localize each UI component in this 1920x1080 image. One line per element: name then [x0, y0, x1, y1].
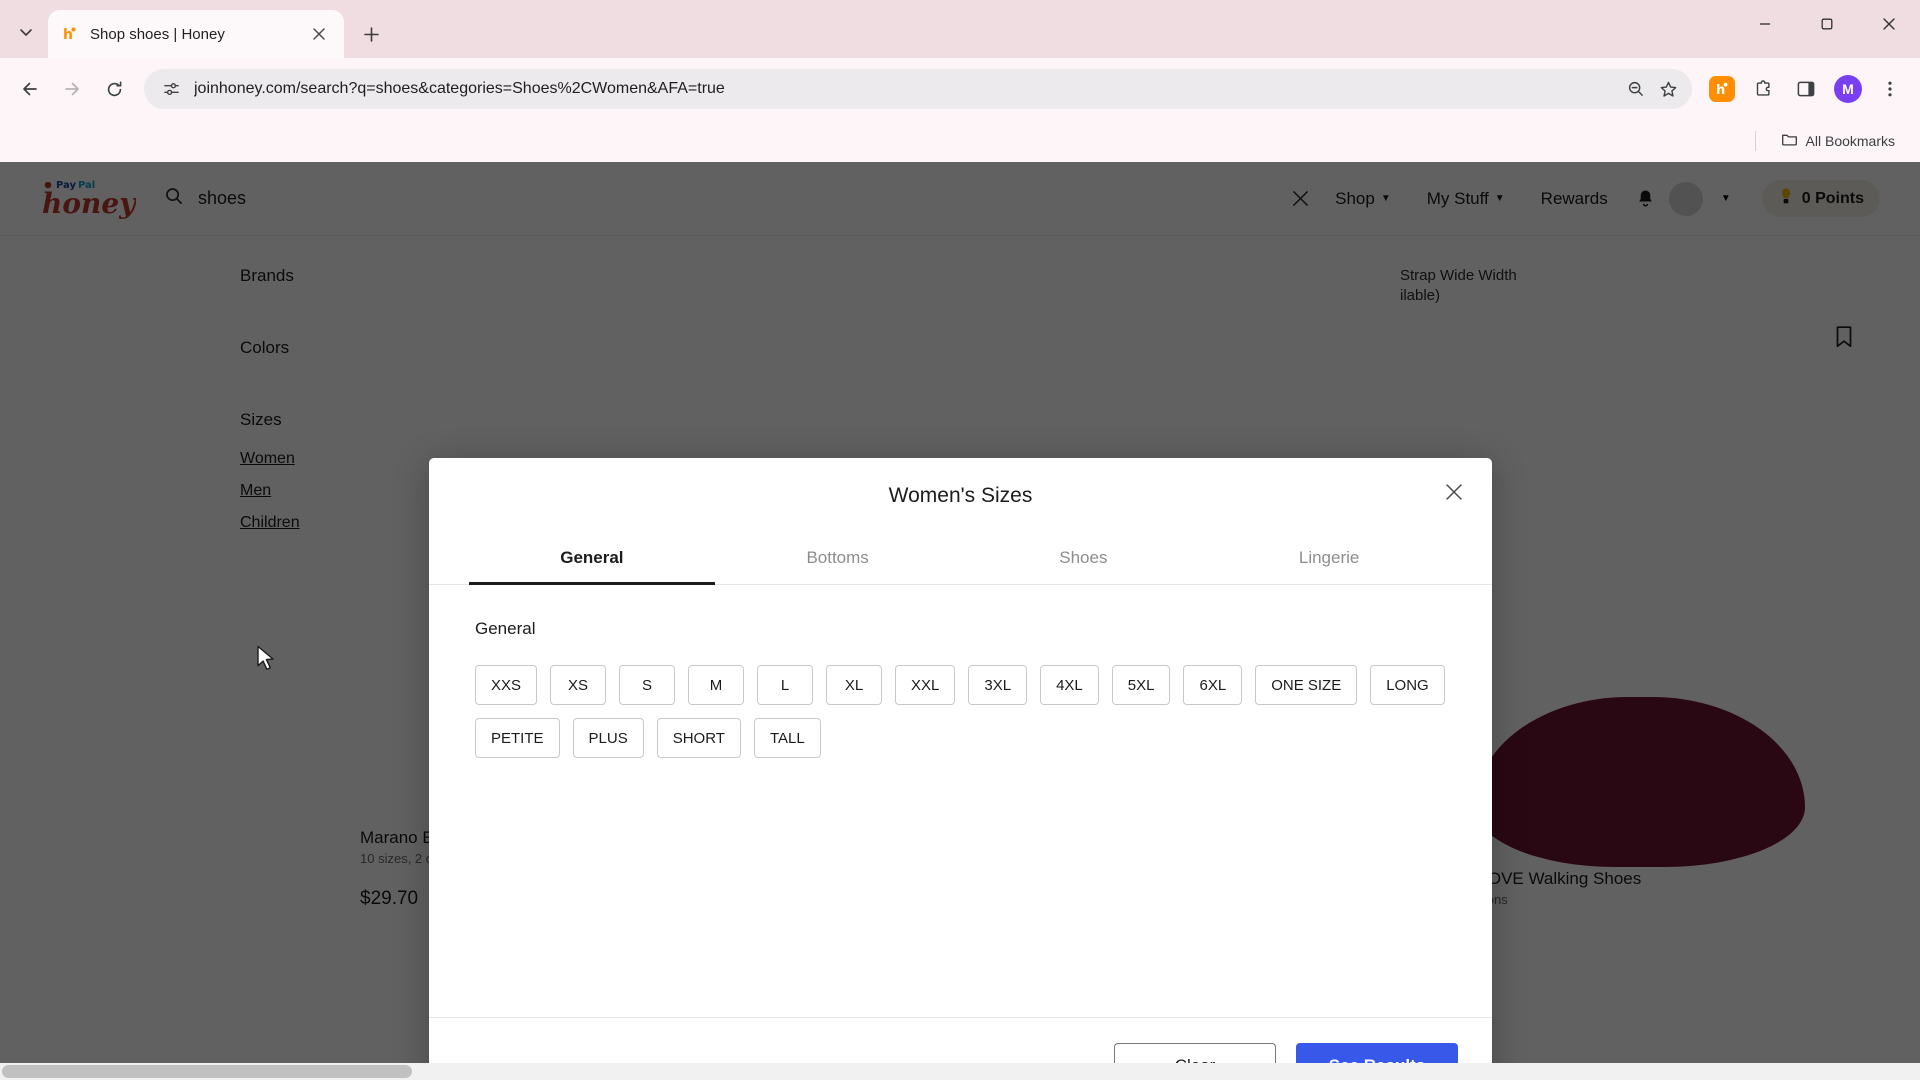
- avatar-initial: M: [1834, 75, 1862, 103]
- tab-lingerie[interactable]: Lingerie: [1206, 534, 1452, 584]
- honey-favicon-icon: h: [60, 24, 80, 44]
- modal-body: General XXS XS S M L XL XXL 3XL 4XL 5XL …: [429, 585, 1492, 1017]
- tab-search-icon[interactable]: [8, 14, 44, 50]
- svg-text:h: h: [63, 27, 73, 43]
- bookmarks-divider: [1754, 131, 1756, 151]
- reload-button[interactable]: [94, 69, 134, 109]
- size-chip[interactable]: 6XL: [1183, 665, 1243, 705]
- size-chip[interactable]: 4XL: [1040, 665, 1099, 705]
- honey-extension-badge: h: [1709, 76, 1735, 102]
- extensions-puzzle-icon[interactable]: [1744, 69, 1784, 109]
- modal-title: Women's Sizes: [888, 484, 1033, 507]
- tab-strip: h Shop shoes | Honey: [0, 0, 1920, 58]
- size-chip[interactable]: SHORT: [656, 718, 741, 758]
- modal-tabs: General Bottoms Shoes Lingerie: [429, 534, 1492, 585]
- size-chip[interactable]: LONG: [1370, 665, 1445, 705]
- size-chip-list: XXS XS S M L XL XXL 3XL 4XL 5XL 6XL ONE …: [475, 665, 1446, 758]
- tab-general[interactable]: General: [469, 534, 715, 585]
- url-text: joinhoney.com/search?q=shoes&categories=…: [194, 80, 725, 97]
- size-chip[interactable]: PLUS: [572, 718, 644, 758]
- size-group-label: General: [475, 619, 536, 638]
- bookmarks-bar: All Bookmarks: [0, 120, 1920, 162]
- size-chip[interactable]: PETITE: [475, 718, 560, 758]
- bookmark-star-icon[interactable]: [1652, 73, 1684, 105]
- browser-tab[interactable]: h Shop shoes | Honey: [48, 10, 344, 58]
- zoom-out-icon[interactable]: [1620, 73, 1652, 105]
- new-tab-button[interactable]: [354, 17, 388, 51]
- womens-sizes-modal: Women's Sizes General Bottoms Shoes Ling…: [429, 458, 1492, 1080]
- size-chip[interactable]: XXS: [475, 665, 538, 705]
- tab-close-icon[interactable]: [306, 21, 332, 47]
- folder-icon: [1781, 131, 1798, 151]
- forward-button[interactable]: [52, 69, 92, 109]
- size-chip[interactable]: L: [757, 665, 814, 705]
- all-bookmarks-label: All Bookmarks: [1805, 133, 1895, 149]
- browser-window: h Shop shoes | Honey joinhoney.com/searc…: [0, 0, 1920, 1080]
- size-chip[interactable]: S: [619, 665, 676, 705]
- tab-title: Shop shoes | Honey: [90, 25, 225, 43]
- side-panel-icon[interactable]: [1786, 69, 1826, 109]
- size-chip[interactable]: TALL: [753, 718, 821, 758]
- window-controls: [1734, 0, 1920, 48]
- all-bookmarks-button[interactable]: All Bookmarks: [1772, 126, 1904, 156]
- size-chip[interactable]: M: [688, 665, 745, 705]
- size-chip[interactable]: XL: [826, 665, 883, 705]
- tab-shoes[interactable]: Shoes: [961, 534, 1207, 584]
- window-maximize-button[interactable]: [1796, 0, 1858, 48]
- page-viewport: Pay Pal honey shoes: [0, 162, 1920, 1080]
- tab-bottoms[interactable]: Bottoms: [715, 534, 961, 584]
- honey-extension-icon[interactable]: h: [1702, 69, 1742, 109]
- browser-toolbar: joinhoney.com/search?q=shoes&categories=…: [0, 58, 1920, 120]
- window-minimize-button[interactable]: [1734, 0, 1796, 48]
- address-bar[interactable]: joinhoney.com/search?q=shoes&categories=…: [144, 69, 1692, 109]
- size-chip[interactable]: 3XL: [968, 665, 1028, 705]
- modal-header: Women's Sizes: [429, 458, 1492, 534]
- horizontal-scrollbar[interactable]: [0, 1063, 1920, 1080]
- close-icon[interactable]: [1436, 474, 1472, 510]
- site-settings-icon[interactable]: [158, 76, 184, 102]
- size-chip[interactable]: 5XL: [1111, 665, 1171, 705]
- scrollbar-thumb[interactable]: [2, 1065, 412, 1078]
- size-chip[interactable]: ONE SIZE: [1255, 665, 1358, 705]
- size-chip[interactable]: XS: [550, 665, 607, 705]
- chrome-menu-icon[interactable]: [1870, 69, 1910, 109]
- profile-avatar[interactable]: M: [1828, 69, 1868, 109]
- back-button[interactable]: [10, 69, 50, 109]
- size-chip[interactable]: XXL: [895, 665, 956, 705]
- window-close-button[interactable]: [1858, 0, 1920, 48]
